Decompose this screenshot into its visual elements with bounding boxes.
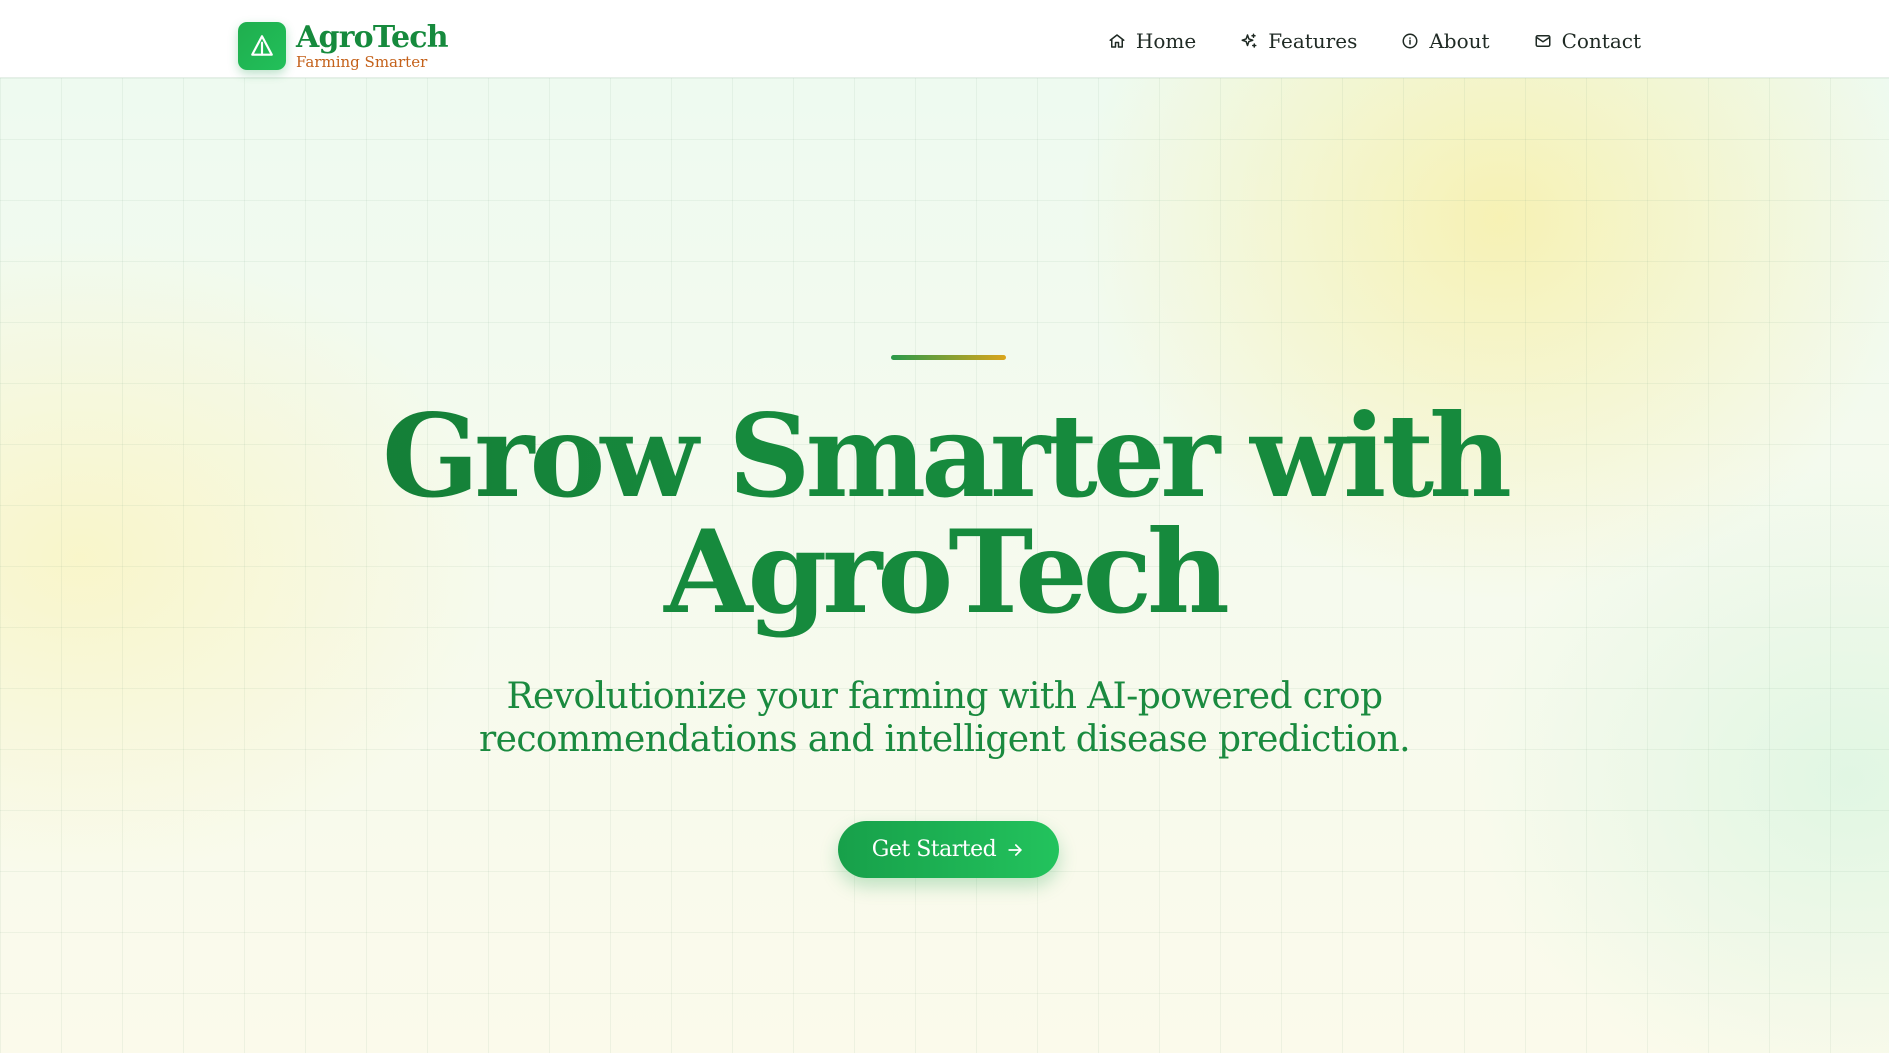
nav-label-features: Features [1268, 29, 1358, 53]
hero-subtitle: Revolutionize your farming with AI-power… [0, 675, 1889, 761]
home-icon [1109, 34, 1125, 48]
nav-label-contact: Contact [1561, 29, 1641, 53]
hero-section: Grow Smarter with AgroTech Revolutionize… [0, 78, 1889, 1053]
hero-subtitle-line1: Revolutionize your farming with AI-power… [506, 676, 1384, 717]
get-started-label: Get Started [871, 837, 997, 862]
info-icon [1402, 33, 1418, 49]
nav-label-home: Home [1135, 29, 1197, 53]
sprout-triangle-icon [238, 22, 286, 70]
brand-logo[interactable]: AgroTech Farming Smarter [238, 20, 449, 71]
nav-item-features[interactable]: Features [1240, 30, 1357, 52]
nav-item-about[interactable]: About [1401, 29, 1490, 53]
brand-name: AgroTech [296, 20, 449, 55]
hero-headline: Grow Smarter with AgroTech [0, 398, 1889, 630]
sparkles-icon [1241, 33, 1257, 48]
nav-item-contact[interactable]: Contact [1534, 30, 1641, 52]
brand-tagline: Farming Smarter [296, 53, 428, 71]
top-navbar: AgroTech Farming Smarter Home Features A… [0, 0, 1889, 78]
hero-headline-line2: AgroTech [664, 505, 1230, 639]
accent-divider [891, 355, 1006, 360]
nav-item-home[interactable]: Home [1108, 30, 1196, 52]
arrow-right-icon [1008, 843, 1022, 856]
main-nav: Home Features About Contact [1064, 30, 1641, 52]
mail-icon [1535, 35, 1551, 47]
nav-label-about: About [1429, 29, 1490, 53]
get-started-button[interactable]: Get Started [838, 821, 1059, 878]
hero-subtitle-line2: recommendations and intelligent disease … [479, 719, 1411, 760]
hero-headline-line1: Grow Smarter with [0, 398, 1889, 514]
